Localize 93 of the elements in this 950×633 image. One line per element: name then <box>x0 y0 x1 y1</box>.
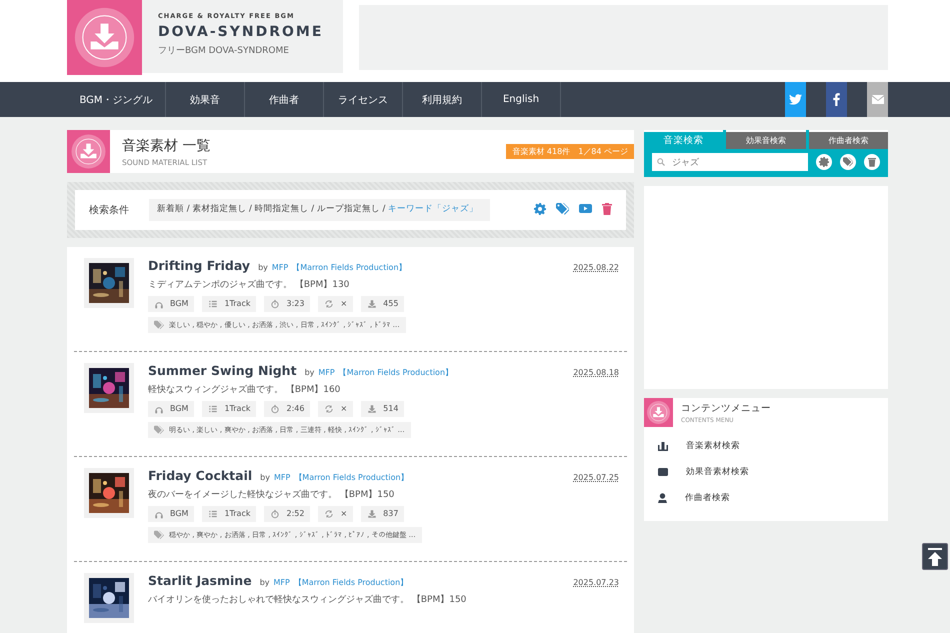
menu-item[interactable]: 音楽素材検索 <box>644 433 888 459</box>
track-description: 夜のバーをイメージした軽快なジャズ曲です。 【BPM】150 <box>148 488 396 501</box>
track-title[interactable]: Starlit Jasmine <box>148 572 252 588</box>
tag-icon <box>154 530 164 540</box>
mail-icon <box>872 95 884 104</box>
date: 2025.08.18 <box>573 368 619 377</box>
list-icon <box>208 298 218 309</box>
back-to-top-button[interactable] <box>922 543 948 570</box>
nav-item[interactable]: 作曲者 <box>245 82 324 117</box>
label-link[interactable]: 【Marron Fields Production】 <box>294 576 408 588</box>
duration-chip: 2:46 <box>264 400 310 417</box>
download-icon <box>367 404 378 414</box>
track-title[interactable]: Summer Swing Night <box>148 362 297 378</box>
search-field[interactable]: ジャズ <box>652 153 808 171</box>
nav-item[interactable]: 利用規約 <box>403 82 482 117</box>
loop-icon <box>324 298 334 309</box>
tracks-chip: 1Track <box>202 400 256 417</box>
page-title: 音楽素材 一覧 <box>122 136 210 154</box>
search-icon <box>657 158 665 166</box>
artist-link[interactable]: MFP <box>274 472 290 482</box>
by-label: by <box>260 472 270 482</box>
stopwatch-icon <box>270 508 280 519</box>
search-tab[interactable]: 効果音検索 <box>726 130 806 149</box>
nav-item[interactable]: English <box>482 82 561 117</box>
by-label: by <box>260 578 270 587</box>
track-title[interactable]: Drifting Friday <box>148 258 250 273</box>
type-chip: BGM <box>148 400 194 417</box>
loop-chip: × <box>318 506 354 522</box>
tag-icon[interactable] <box>556 203 569 215</box>
person-icon <box>658 493 667 503</box>
facebook-button[interactable] <box>826 82 847 117</box>
duration-chip: 2:52 <box>264 506 310 522</box>
conditions-text: 新着順 / 素材指定無し / 時間指定無し / ループ指定無し / キーワード「ジャズ」 <box>149 199 490 221</box>
tracks-chip: 1Track <box>202 506 256 522</box>
tag-icon <box>843 157 853 167</box>
tag-icon <box>154 320 164 330</box>
duration-chip: 3:23 <box>264 296 310 312</box>
downloads-chip: 455 <box>361 296 404 312</box>
nav-item[interactable]: ライセンス <box>324 82 403 117</box>
trash-icon <box>868 157 876 167</box>
mail-button[interactable] <box>867 82 888 117</box>
settings-button[interactable] <box>816 154 832 170</box>
date: 2025.07.25 <box>573 472 619 482</box>
nav-item[interactable]: BGM・ジングル <box>67 82 166 117</box>
facebook-icon <box>833 93 840 106</box>
label-link[interactable]: 【Marron Fields Production】 <box>338 366 454 378</box>
count-badge: 音楽素材 418件 1／84 ページ <box>506 144 634 159</box>
arrow-up-icon <box>927 548 943 566</box>
artist-link[interactable]: MFP <box>318 368 335 377</box>
type-chip: BGM <box>148 296 194 312</box>
loop-icon <box>324 404 334 414</box>
conditions-label: 検索条件 <box>89 204 130 217</box>
menu-title: コンテンツメニュー <box>681 402 771 414</box>
tag-icon <box>154 424 164 435</box>
loop-icon <box>324 508 334 519</box>
track-description: 軽快なスウィングジャズ曲です。 【BPM】160 <box>148 384 342 396</box>
by-label: by <box>304 368 314 377</box>
artist-link[interactable]: MFP <box>274 578 290 587</box>
menu-item[interactable]: 効果音素材検索 <box>644 459 888 485</box>
download-icon <box>367 298 378 309</box>
bird-icon <box>789 94 802 105</box>
nav-item[interactable]: 効果音 <box>166 82 245 117</box>
twitter-button[interactable] <box>785 82 806 117</box>
loop-chip: × <box>318 400 354 417</box>
track-title[interactable]: Friday Cocktail <box>148 468 252 483</box>
track-description: バイオリンを使ったおしゃれで軽快なスウィングジャズ曲です。 【BPM】150 <box>148 594 468 606</box>
track-description: ミディアムテンポのジャズ曲です。 【BPM】130 <box>148 278 350 291</box>
stopwatch-icon <box>270 404 280 414</box>
list-icon <box>208 404 218 414</box>
trash-icon[interactable] <box>602 203 612 215</box>
label-link[interactable]: 【Marron Fields Production】 <box>292 262 407 273</box>
tracks-chip: 1Track <box>202 296 256 312</box>
list-icon <box>208 508 218 519</box>
by-label: by <box>258 262 268 272</box>
settings-icon <box>819 157 829 167</box>
search-tab[interactable]: 作曲者検索 <box>808 130 888 149</box>
menu-item[interactable]: 作曲者検索 <box>644 485 888 511</box>
date: 2025.08.22 <box>573 262 619 272</box>
type-chip: BGM <box>148 506 194 522</box>
site-subtitle: フリーBGM DOVA-SYNDROME <box>158 45 290 57</box>
tag-button[interactable] <box>840 154 856 170</box>
downloads-chip: 514 <box>361 400 404 417</box>
download-icon <box>367 508 378 519</box>
loop-chip: × <box>318 296 354 312</box>
label-link[interactable]: 【Marron Fields Production】 <box>294 472 409 483</box>
artist-link[interactable]: MFP <box>272 262 288 272</box>
video-icon[interactable] <box>579 203 592 214</box>
date: 2025.07.23 <box>573 578 619 587</box>
downloads-chip: 837 <box>361 506 404 522</box>
stopwatch-icon <box>270 298 280 309</box>
site-name: DOVA-SYNDROME <box>158 24 324 40</box>
trash-button[interactable] <box>864 154 880 170</box>
settings-icon[interactable] <box>534 203 546 215</box>
